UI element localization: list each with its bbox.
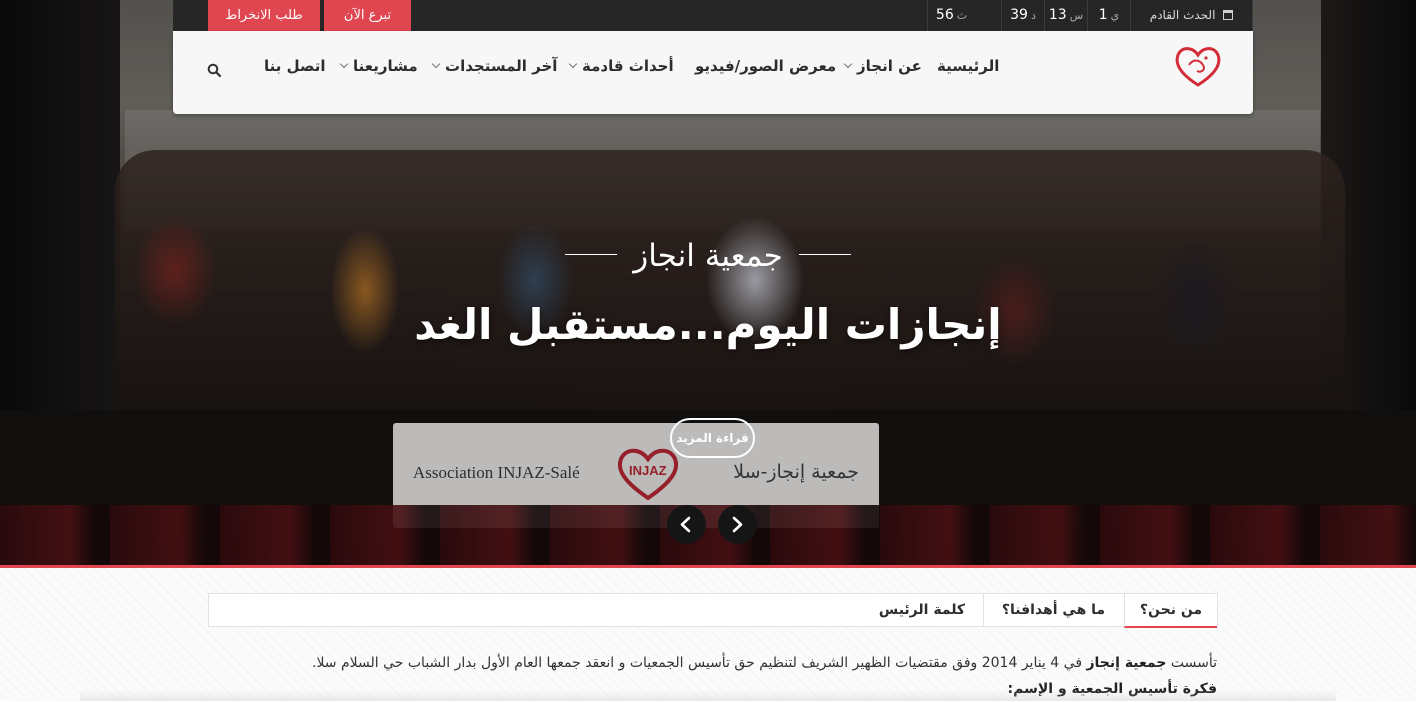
tab-our-goals[interactable]: ما هي أهدافنا؟: [983, 594, 1123, 627]
heart-logo[interactable]: [1173, 43, 1223, 89]
about-intro-paragraph: تأسست جمعية إنجاز في 4 يناير 2014 وفق مق…: [200, 650, 1217, 676]
chevron-down-icon: [843, 59, 853, 69]
kicker-line-right: [798, 254, 851, 255]
countdown-days: 1ي: [1087, 0, 1130, 31]
chevron-right-icon: [732, 516, 743, 533]
countdown-hours-unit: س: [1069, 9, 1084, 22]
chevron-down-icon: [431, 59, 441, 69]
calendar-icon: [1223, 10, 1234, 20]
kicker-line-left: [565, 254, 618, 255]
countdown-seconds-unit: ث: [956, 9, 968, 22]
join-request-button[interactable]: طلب الانخراط: [208, 0, 320, 31]
chevron-left-icon: [680, 516, 691, 533]
content-fade: [80, 690, 1336, 701]
tab-who-we-are[interactable]: من نحن؟: [1124, 594, 1217, 628]
nav-item-upcoming-events-label: أحداث قادمة: [582, 57, 674, 75]
nav-item-home[interactable]: الرئيسية: [937, 57, 999, 75]
next-event: الحدث القادم: [1130, 0, 1253, 31]
hero-kicker-text: جمعية انجاز: [633, 238, 783, 274]
slider-prev-button[interactable]: [667, 505, 706, 544]
about-tabs: من نحن؟ ما هي أهدافنا؟ كلمة الرئيس: [208, 593, 1218, 628]
slider-next-button[interactable]: [718, 505, 757, 544]
countdown-seconds: 56 ث: [927, 0, 975, 31]
main-navigation: الرئيسية عن انجاز معرض الصور/فيديو أحداث…: [173, 31, 1253, 114]
nav-item-contact[interactable]: اتصل بنا: [264, 57, 326, 75]
nav-item-about[interactable]: عن انجاز: [843, 57, 922, 75]
hero-headline: إنجازات اليوم...مستقبل الغد: [414, 300, 1002, 349]
read-more-button[interactable]: قراءة المزيد: [670, 418, 755, 458]
countdown-days-unit: ي: [1110, 9, 1120, 22]
nav-item-news-label: آخر المستجدات: [445, 57, 558, 75]
tab-president-word[interactable]: كلمة الرئيس: [861, 594, 983, 627]
nav-item-projects[interactable]: مشاريعنا: [339, 57, 418, 75]
top-bar: الحدث القادم 1ي 13 س 39 د 56 ث تبرع الآن طل…: [173, 0, 1253, 31]
countdown-minutes: 39 د: [1001, 0, 1044, 31]
donate-button[interactable]: تبرع الآن: [324, 0, 411, 31]
next-event-label: الحدث القادم: [1149, 8, 1216, 22]
countdown-hours-value: 13: [1048, 7, 1067, 23]
intro-brand: جمعية إنجاز: [1086, 655, 1167, 671]
nav-item-projects-label: مشاريعنا: [353, 57, 418, 75]
nav-item-upcoming-events[interactable]: أحداث قادمة: [568, 57, 674, 75]
countdown-seconds-value: 56: [935, 7, 954, 23]
search-icon[interactable]: [207, 63, 221, 77]
nav-item-gallery[interactable]: معرض الصور/فيديو: [695, 57, 836, 75]
countdown-minutes-unit: د: [1030, 9, 1036, 22]
chevron-down-icon: [568, 59, 578, 69]
nav-item-about-label: عن انجاز: [857, 57, 922, 75]
countdown-minutes-value: 39: [1010, 7, 1028, 23]
countdown-hours: 13 س: [1044, 0, 1087, 31]
nav-item-news[interactable]: آخر المستجدات: [431, 57, 558, 75]
countdown-days-value: 1: [1098, 7, 1108, 23]
chevron-down-icon: [339, 59, 349, 69]
intro-prefix: تأسست: [1170, 655, 1217, 671]
intro-rest: في 4 يناير 2014 وفق مقتضيات الظهير الشري…: [312, 655, 1083, 671]
hero-kicker: جمعية انجاز: [0, 238, 1416, 274]
